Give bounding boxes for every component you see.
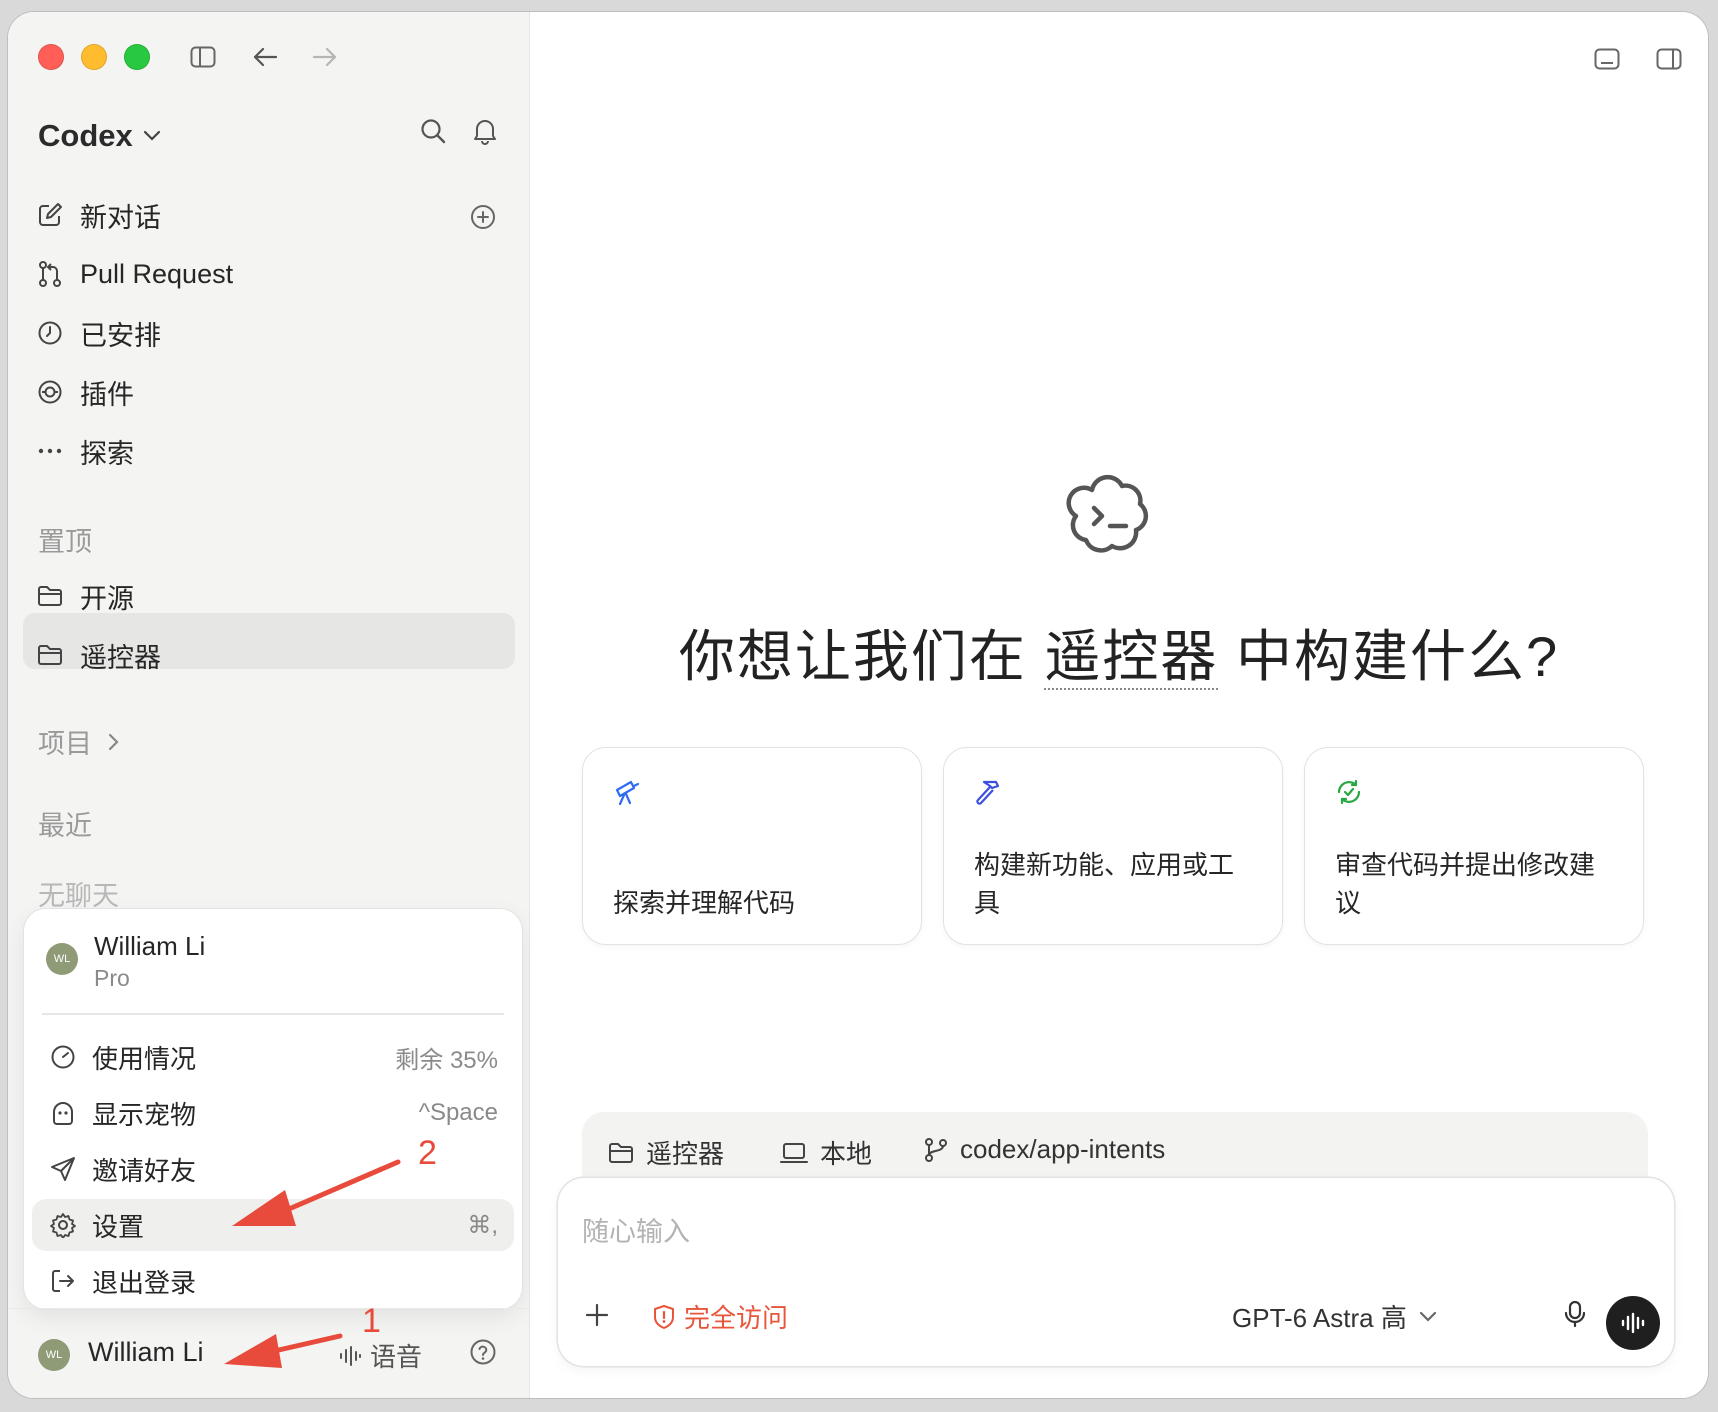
annotation-number-1: 1 <box>362 1302 381 1340</box>
arrow-to-settings <box>232 1159 401 1226</box>
annotation-number-2: 2 <box>418 1134 437 1172</box>
arrow-to-user <box>224 1333 343 1368</box>
annotation-arrows <box>224 1159 401 1368</box>
